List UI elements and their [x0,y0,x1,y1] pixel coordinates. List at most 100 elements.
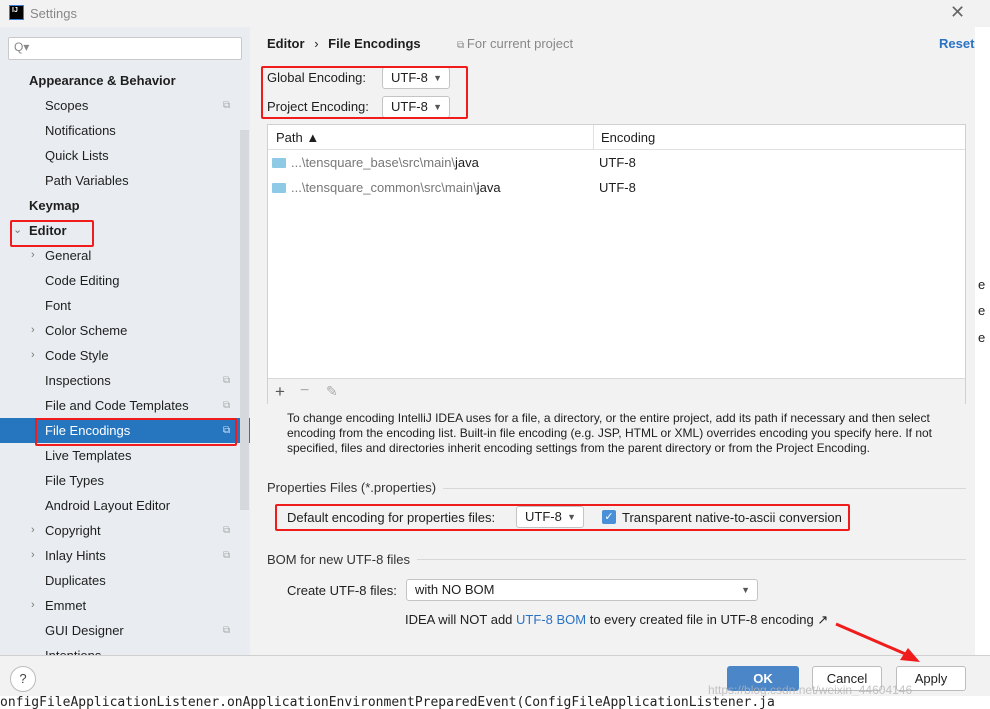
reset-link[interactable]: Reset [939,36,974,51]
sidebar-item-font[interactable]: Font [0,293,250,318]
highlight-editor [10,220,94,247]
window-title: Settings [30,6,77,21]
path-leaf: java [455,155,479,170]
sidebar-item-label: Scopes [45,98,89,113]
edit-icon[interactable]: ✎ [326,383,338,400]
sidebar-item-label: Inspections [45,373,111,388]
bom-note-text: IDEA will NOT add [405,612,517,627]
project-scope-icon: ⧉ [223,375,231,386]
sidebar-item-inspections[interactable]: Inspections ⧉ [0,368,250,393]
sidebar-item-label: Copyright [45,523,101,538]
table-row[interactable]: ...\tensquare_base\src\main\java UTF-8 [268,150,965,175]
table-toolbar: + − ✎ [268,378,965,405]
sidebar-item-inlay-hints[interactable]: › Inlay Hints ⧉ [0,543,250,568]
sidebar-item-label: Quick Lists [45,148,109,163]
edge-letter: e [978,330,986,345]
sidebar-item-label: Code Style [45,348,109,363]
breadcrumb: Editor › File Encodings [267,36,421,51]
sidebar-item-label: Notifications [45,123,116,138]
chevron-right-icon[interactable]: › [31,343,35,368]
sidebar-item-duplicates[interactable]: Duplicates [0,568,250,593]
search-input[interactable]: Q▾ [8,37,242,60]
bom-note: IDEA will NOT add UTF-8 BOM to every cre… [405,612,828,628]
sidebar-item-label: Intentions [45,643,101,655]
divider [443,488,966,489]
project-scope-icon: ⧉ [223,550,231,561]
project-scope-icon: ⧉ [223,100,231,111]
sidebar-item-copyright[interactable]: › Copyright ⧉ [0,518,250,543]
sidebar-item-appearance-behavior[interactable]: Appearance & Behavior [0,68,250,93]
title-bar: IJ _ Settings ✕ [0,0,990,27]
sidebar-item-label: File and Code Templates [45,398,189,413]
table-row[interactable]: ...\tensquare_common\src\main\java UTF-8 [268,175,965,200]
divider [417,559,966,560]
folder-icon [272,183,286,193]
encodings-table: Path ▲ Encoding ...\tensquare_base\src\m… [267,124,966,405]
create-utf8-label: Create UTF-8 files: [287,583,397,598]
for-current-project-label: For current project [466,36,574,51]
folder-icon [272,158,286,168]
search-icon: Q▾ [14,40,30,54]
settings-sidebar: Q▾ Appearance & Behavior Scopes ⧉ Notificat… [0,27,250,655]
sidebar-item-label: Inlay Hints [45,548,106,563]
column-path[interactable]: Path ▲ [276,130,319,145]
sidebar-item-path-variables[interactable]: Path Variables [0,168,250,193]
breadcrumb-separator: › [314,36,319,51]
highlight-encodings [261,66,468,119]
close-icon[interactable]: ✕ [950,2,965,23]
column-encoding[interactable]: Encoding [601,130,655,145]
path-prefix: ...\tensquare_base\src\main\ [291,155,456,170]
chevron-right-icon[interactable]: › [31,593,35,618]
sidebar-item-code-style[interactable]: › Code Style [0,343,250,368]
sidebar-item-label: Appearance & Behavior [29,73,176,88]
path-leaf: java [476,180,501,195]
edge-letter: e [978,303,986,318]
bom-section-title: BOM for new UTF-8 files [267,552,411,567]
sidebar-scrollbar[interactable] [240,130,249,510]
dropdown-arrow-icon: ▼ [741,585,750,595]
project-scope-icon: ⧉ [223,625,231,636]
sidebar-item-label: Android Layout Editor [45,498,171,513]
help-button[interactable]: ? [10,666,36,692]
sidebar-item-label: Live Templates [45,448,132,463]
sidebar-item-label: Keymap [29,198,80,213]
properties-section-title: Properties Files (*.properties) [267,480,437,495]
remove-icon[interactable]: − [300,382,309,400]
sidebar-item-android-layout-editor[interactable]: Android Layout Editor [0,493,250,518]
utf8-bom-link[interactable]: UTF-8 BOM [516,612,586,627]
row-encoding: UTF-8 [599,180,636,195]
bom-select[interactable]: with NO BOM ▼ [406,579,758,601]
chevron-right-icon[interactable]: › [31,318,35,343]
intellij-logo-icon: IJ _ [9,5,24,23]
chevron-right-icon[interactable]: › [31,518,35,543]
highlight-file-encodings [35,418,237,446]
bom-value: with NO BOM [415,582,495,597]
path-prefix: ...\tensquare_common\src\main\ [291,180,477,195]
background-editor-edge: e e e [975,27,990,655]
sidebar-item-label: Color Scheme [45,323,128,338]
copy-icon: ⧉ [457,40,467,51]
sidebar-item-intentions[interactable]: Intentions [0,643,250,655]
sidebar-item-quick-lists[interactable]: Quick Lists [0,143,250,168]
sidebar-item-emmet[interactable]: › Emmet [0,593,250,618]
background-code-line: onfigFileApplicationListener.onApplicati… [0,696,990,709]
main-panel: Editor › File Encodings ⧉ For current pr… [250,27,990,655]
breadcrumb-parent: Editor [267,36,305,51]
sidebar-item-file-types[interactable]: File Types [0,468,250,493]
sidebar-item-color-scheme[interactable]: › Color Scheme [0,318,250,343]
sidebar-item-keymap[interactable]: Keymap [0,193,250,218]
project-scope-icon: ⧉ [223,525,231,536]
chevron-right-icon[interactable]: › [31,543,35,568]
sidebar-item-notifications[interactable]: Notifications [0,118,250,143]
sidebar-item-scopes[interactable]: Scopes ⧉ [0,93,250,118]
annotation-arrow-icon [835,622,920,662]
sidebar-item-gui-designer[interactable]: GUI Designer ⧉ [0,618,250,643]
row-encoding: UTF-8 [599,155,636,170]
sidebar-item-file-and-code-templates[interactable]: File and Code Templates ⧉ [0,393,250,418]
sidebar-item-label: Duplicates [45,573,106,588]
sidebar-item-live-templates[interactable]: Live Templates [0,443,250,468]
watermark: https://blog.csdn.net/weixin_44604146 [708,683,913,697]
sidebar-item-code-editing[interactable]: Code Editing [0,268,250,293]
project-scope-icon: ⧉ [223,400,231,411]
add-icon[interactable]: + [275,382,285,402]
